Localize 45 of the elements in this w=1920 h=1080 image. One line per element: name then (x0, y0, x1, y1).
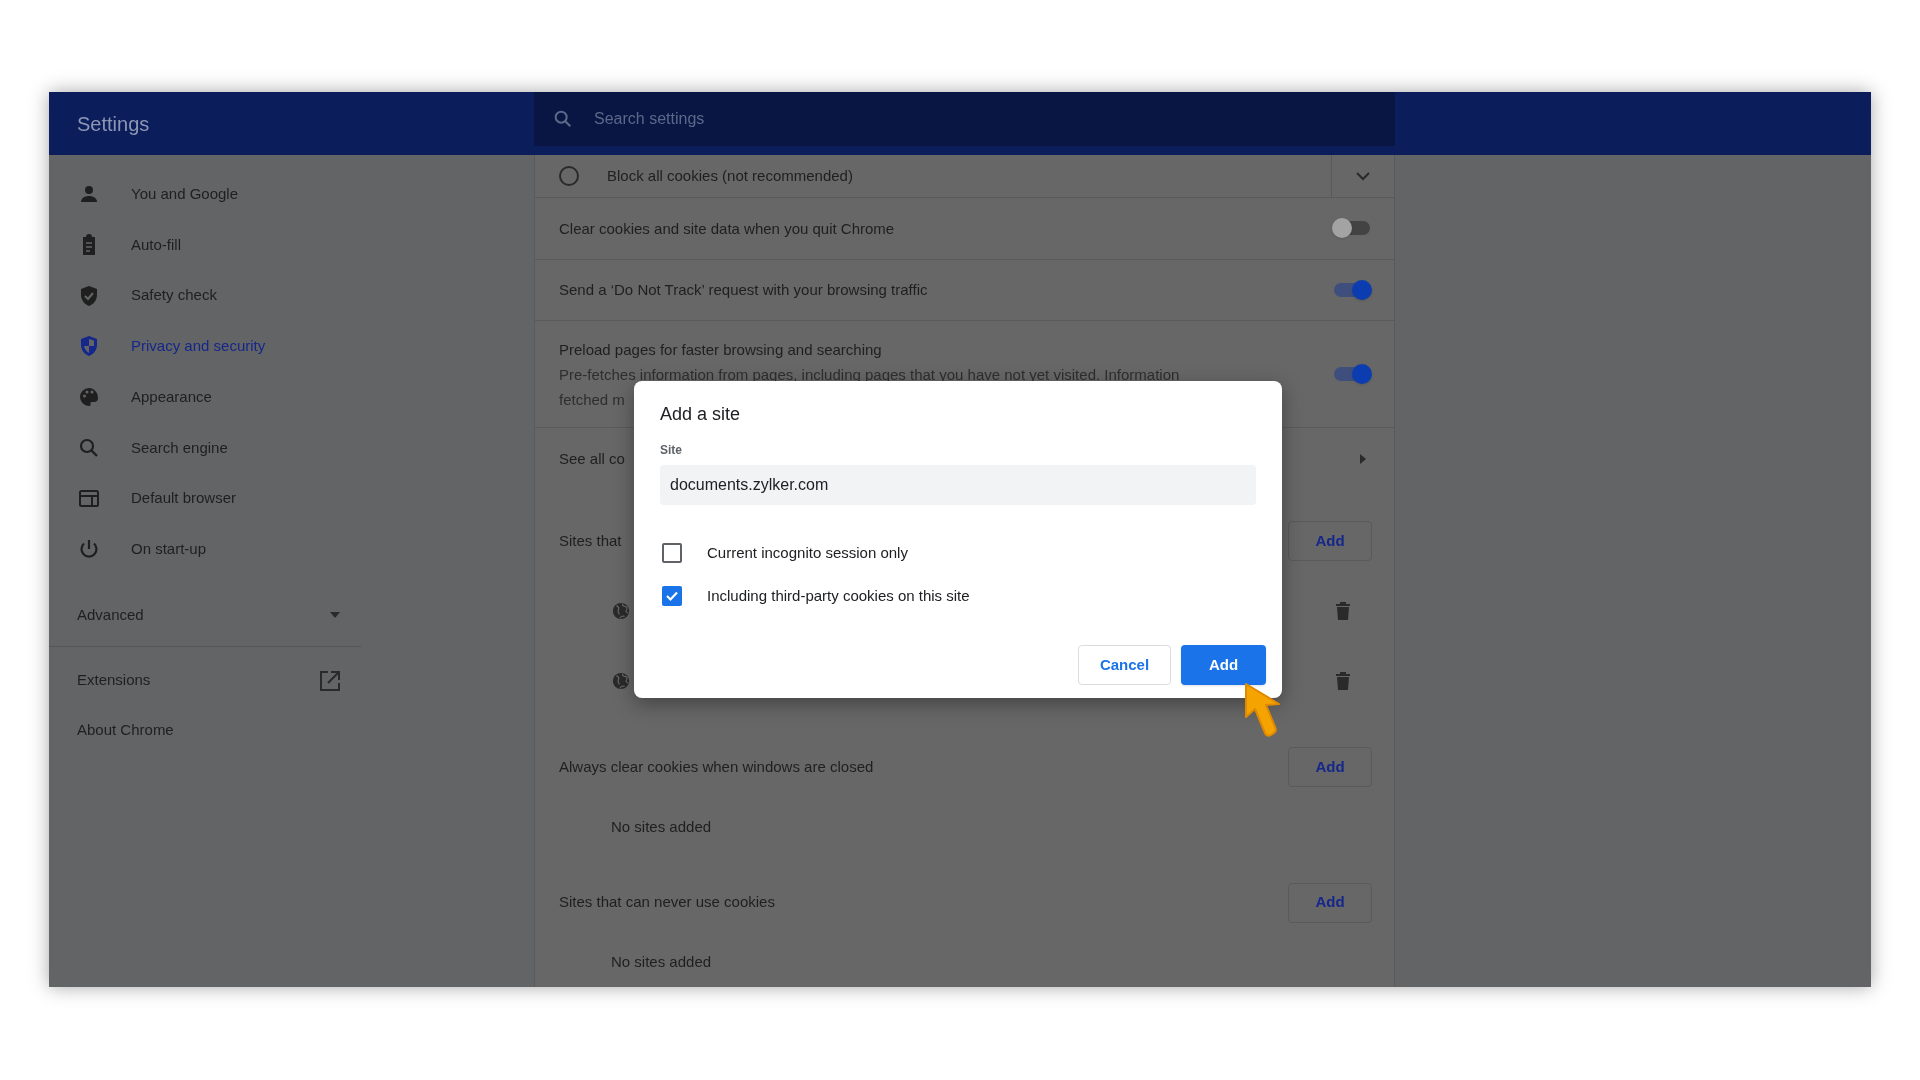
setting-description: fetched m (559, 389, 625, 410)
radio-label: Block all cookies (not recommended) (607, 165, 854, 186)
field-label: Site (660, 442, 683, 459)
radio-button[interactable] (559, 166, 579, 186)
sidebar-link[interactable]: Extensions (77, 669, 151, 692)
site-input-field[interactable]: documents.zylker.com (660, 465, 1256, 505)
section-heading: Sites that (559, 530, 622, 551)
add-button[interactable]: Add (1288, 747, 1372, 788)
search-icon (552, 108, 574, 130)
setting-label: Preload pages for faster browsing and searching (559, 339, 883, 360)
arrow-right-icon[interactable] (1360, 454, 1366, 465)
advanced-toggle[interactable]: Advanced (77, 603, 144, 627)
sidebar-item[interactable]: You and Google (49, 169, 534, 220)
empty-message: No sites added (611, 816, 712, 837)
sidebar-item[interactable]: Search engine (49, 422, 534, 474)
setting-label: Clear cookies and site data when you quit Chrome (559, 218, 896, 239)
window-title: Settings (77, 111, 150, 137)
sidebar-item[interactable]: Default browser (49, 473, 534, 524)
globe-icon (612, 672, 630, 691)
cancel-button[interactable]: Cancel (1078, 645, 1171, 685)
trash-icon[interactable] (1336, 672, 1350, 691)
sidebar-item[interactable]: On start-up (49, 523, 534, 575)
globe-icon (612, 601, 630, 620)
checkbox[interactable] (662, 543, 682, 564)
add-button[interactable]: Add (1181, 645, 1266, 685)
section-heading: Always clear cookies when windows are closed (559, 757, 874, 778)
sidebar-item[interactable]: Privacy and security (49, 321, 534, 372)
search-field[interactable]: Search settings (534, 92, 1395, 146)
section-heading: Sites that can never use cookies (559, 892, 775, 913)
add-button[interactable]: Add (1288, 882, 1372, 923)
sidebar-item[interactable]: Appearance (49, 371, 534, 423)
checkbox-label: Including third-party cookies on this site (707, 585, 970, 606)
checkbox-label: Current incognito session only (707, 543, 908, 563)
trash-icon[interactable] (1336, 601, 1350, 620)
caret-icon[interactable] (329, 611, 341, 619)
sidebar-item[interactable]: Safety check (49, 270, 534, 322)
sidebar-item[interactable]: Auto-fill (49, 219, 534, 271)
empty-message: No sites added (611, 951, 712, 972)
setting-label: Send a ‘Do Not Track’ request with your browsing traffic (559, 280, 929, 301)
chevron-down-icon[interactable] (1356, 171, 1370, 181)
add-button[interactable]: Add (1288, 520, 1372, 561)
checkbox[interactable] (662, 585, 682, 606)
dialog-title: Add a site (660, 403, 742, 425)
sidebar-link[interactable]: About Chrome (77, 719, 174, 742)
external-link-icon[interactable] (319, 669, 341, 692)
